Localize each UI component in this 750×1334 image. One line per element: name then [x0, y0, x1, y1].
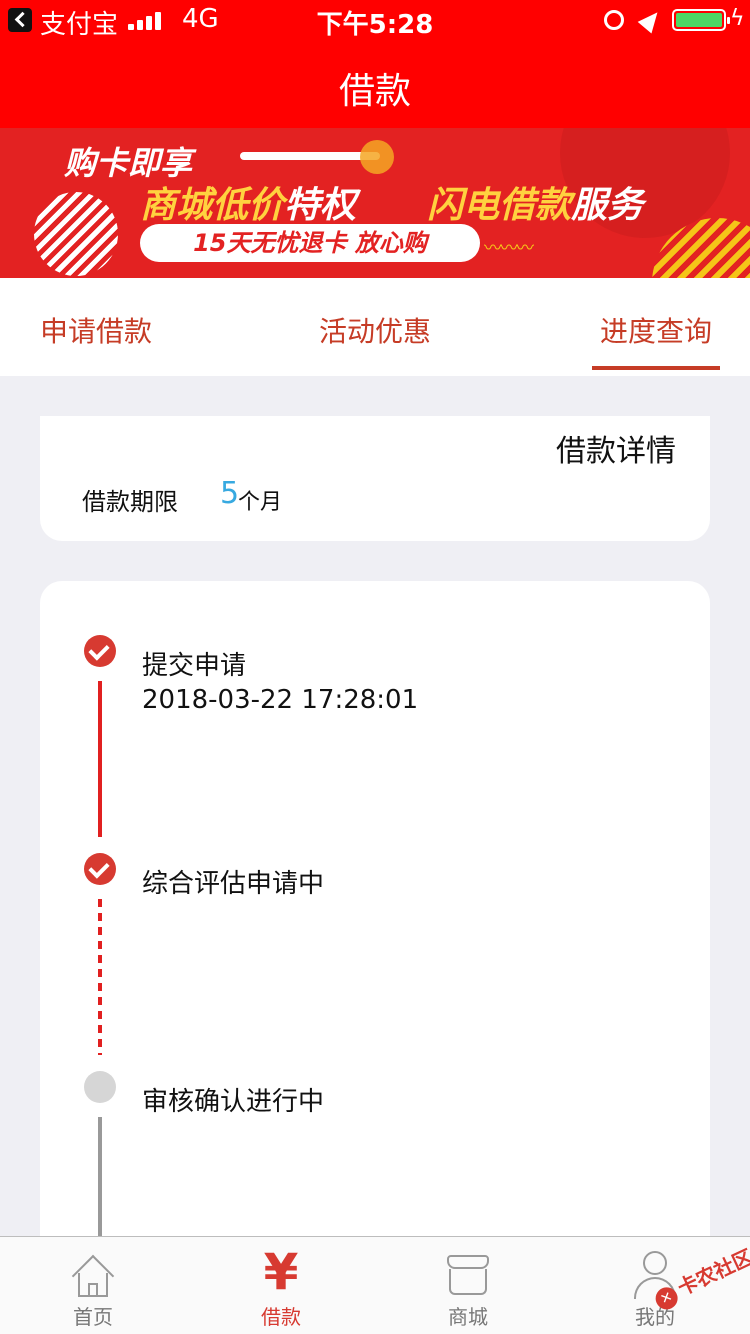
tab-promotions[interactable]: 活动优惠	[319, 310, 431, 350]
status-bar: 支付宝 4G 下午5:28 ϟ	[0, 0, 750, 40]
active-tab-indicator	[592, 366, 720, 370]
tabbar-label: 首页	[73, 1305, 113, 1329]
step-pending-dot-icon	[84, 1071, 116, 1103]
loan-detail-heading[interactable]: 借款详情	[556, 426, 676, 470]
step-title: 提交申请	[142, 651, 247, 681]
step-done-check-icon	[84, 853, 116, 885]
banner-slogan-part-3: 闪电借款	[427, 185, 572, 226]
battery-icon	[672, 9, 730, 31]
step-title: 综合评估申请中	[142, 869, 325, 899]
tab-apply-loan[interactable]: 申请借款	[40, 310, 152, 350]
banner-decor-dot	[360, 140, 394, 174]
tabbar-label: 我的	[635, 1305, 675, 1329]
loan-term-unit: 个月	[238, 490, 283, 515]
step-connector-dashed	[98, 899, 102, 1055]
banner-slogan-part-2: 特权	[284, 185, 357, 226]
banner-decor-waves: 〰〰〰	[484, 238, 534, 259]
banner-slogan-part-4: 服务	[571, 185, 644, 226]
progress-card: 提交申请 2018-03-22 17:28:01 综合评估申请中 审核确认进行中	[40, 581, 710, 1281]
home-icon	[70, 1251, 116, 1298]
tabbar-loan[interactable]: ¥ 借款	[226, 1237, 336, 1334]
tabbar-label: 商城	[448, 1305, 488, 1329]
banner-slogan-part-1: 商城低价	[140, 185, 285, 226]
banner-decor-stripes-left	[34, 192, 118, 276]
segment-tabs: 申请借款 活动优惠 进度查询	[0, 278, 750, 376]
banner-slogan: 商城低价特权 闪电借款服务	[140, 176, 643, 228]
tabbar-shop[interactable]: 商城	[413, 1237, 523, 1334]
page-title: 借款	[338, 71, 411, 112]
tabbar-label: 借款	[261, 1305, 301, 1329]
charging-icon: ϟ	[730, 6, 745, 31]
tabbar-home[interactable]: 首页	[38, 1237, 148, 1334]
tab-progress[interactable]: 进度查询	[600, 310, 712, 350]
top-bar: 支付宝 4G 下午5:28 ϟ 借款	[0, 0, 750, 128]
shop-icon	[445, 1251, 491, 1297]
rotation-lock-icon	[604, 10, 624, 30]
banner-pill: 15天无忧退卡 放心购	[140, 224, 480, 262]
step-done-check-icon	[84, 635, 116, 667]
step-time: 2018-03-22 17:28:01	[142, 685, 419, 715]
yen-icon: ¥	[263, 1243, 299, 1301]
step-connector-solid	[98, 681, 102, 837]
banner-decor-bar	[240, 152, 380, 160]
loan-detail-card: 借款详情 借款期限 5 个月	[40, 416, 710, 541]
loan-term-value: 5	[220, 476, 240, 511]
loan-term-label: 借款期限	[82, 488, 178, 516]
bottom-tab-bar: 首页 ¥ 借款 商城 我的	[0, 1236, 750, 1334]
step-title: 审核确认进行中	[142, 1087, 325, 1117]
promo-banner[interactable]: 购卡即享 商城低价特权 闪电借款服务 15天无忧退卡 放心购 〰〰〰	[0, 128, 750, 278]
